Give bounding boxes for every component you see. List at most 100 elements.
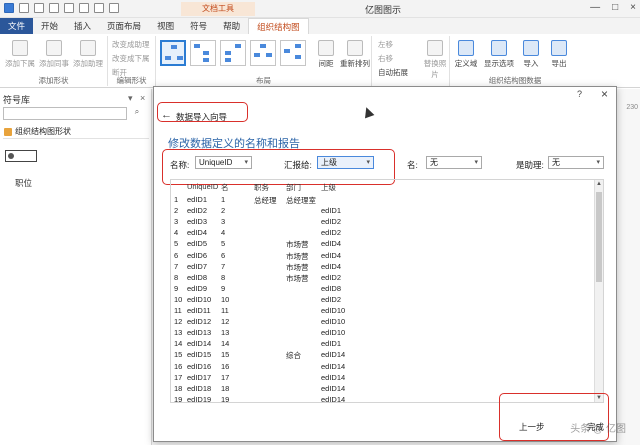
layout-style-4[interactable] bbox=[250, 40, 276, 66]
table-cell: 6 bbox=[221, 250, 226, 260]
panel-close-icon[interactable]: × bbox=[140, 93, 145, 103]
tab-file[interactable]: 文件 bbox=[0, 18, 34, 34]
symbol-search-input[interactable] bbox=[3, 107, 127, 120]
rearrange-button[interactable]: 重新排列 bbox=[340, 40, 370, 69]
add-colleague-button[interactable]: 添加同事 bbox=[38, 40, 70, 69]
display-options-icon bbox=[491, 40, 507, 56]
wizard-title: 数据导入向导 bbox=[176, 112, 228, 122]
save-icon[interactable] bbox=[79, 3, 89, 13]
chevron-down-icon: ▾ bbox=[474, 159, 478, 166]
table-cell: 12 bbox=[221, 317, 230, 327]
rearrange-label: 重新排列 bbox=[340, 59, 370, 68]
close-window-icon[interactable]: × bbox=[630, 2, 636, 13]
tab-insert[interactable]: 插入 bbox=[66, 18, 99, 34]
table-cell: edID5 bbox=[187, 239, 208, 249]
open-icon[interactable] bbox=[64, 3, 74, 13]
tab-symbols[interactable]: 符号 bbox=[182, 18, 215, 34]
table-cell: edID8 bbox=[321, 283, 342, 293]
add-shape-group-label: 添加形状 bbox=[38, 76, 69, 85]
name-select[interactable]: UniqueID ▾ bbox=[195, 156, 252, 169]
table-cell: edID1 bbox=[321, 339, 342, 349]
import-button[interactable]: 导入 bbox=[520, 40, 542, 69]
panel-pin-icon[interactable]: ▾ bbox=[128, 93, 133, 104]
ribbon: 添加下属 添加同事 添加助理 添加形状 改变成助理 改变成下属 断开 编辑形状 … bbox=[0, 34, 640, 88]
column-header: 职务 bbox=[254, 183, 269, 192]
back-arrow-icon[interactable]: ← bbox=[161, 109, 172, 121]
first-name-select[interactable]: 无 ▾ bbox=[426, 156, 482, 169]
table-cell: 19 bbox=[221, 394, 230, 403]
import-label: 导入 bbox=[523, 59, 539, 68]
table-cell: edID14 bbox=[321, 361, 346, 371]
is-assistant-select[interactable]: 无 ▾ bbox=[548, 156, 604, 169]
table-cell: 13 bbox=[174, 328, 183, 338]
change-to-subordinate-button[interactable]: 改变成下属 bbox=[112, 53, 150, 64]
export-icon[interactable] bbox=[109, 3, 119, 13]
table-row: 12 edID12 12 edID10 bbox=[171, 316, 603, 328]
watermark: 头条 @ 亿图 bbox=[570, 424, 626, 435]
table-cell: edID2 bbox=[321, 217, 342, 227]
symbol-category-org-chart[interactable]: 组织结构图形状 bbox=[3, 125, 149, 139]
maximize-icon[interactable]: □ bbox=[612, 2, 618, 13]
table-row: 5 edID5 5 市场营 edID4 bbox=[171, 238, 603, 250]
add-colleague-label: 添加同事 bbox=[39, 59, 69, 68]
spacing-icon bbox=[318, 40, 334, 56]
add-subordinate-button[interactable]: 添加下属 bbox=[4, 40, 36, 69]
tab-home[interactable]: 开始 bbox=[33, 18, 66, 34]
table-cell: edID14 bbox=[321, 350, 346, 360]
table-cell: 4 bbox=[174, 228, 179, 238]
tab-page-layout[interactable]: 页面布局 bbox=[99, 18, 149, 34]
search-icon[interactable]: ⌕ bbox=[130, 107, 144, 120]
report-to-select-value: 上级 bbox=[321, 158, 337, 167]
back-button[interactable]: 上一步 bbox=[519, 421, 545, 433]
layout-style-5[interactable] bbox=[280, 40, 306, 66]
table-cell: 3 bbox=[221, 217, 226, 227]
tab-view[interactable]: 视图 bbox=[149, 18, 182, 34]
move-right-button[interactable]: 右移 bbox=[378, 53, 393, 64]
table-cell: 8 bbox=[221, 272, 226, 282]
table-cell: edID4 bbox=[187, 228, 208, 238]
table-cell: edID12 bbox=[187, 317, 212, 327]
move-left-button[interactable]: 左移 bbox=[378, 39, 393, 50]
layout-style-3[interactable] bbox=[220, 40, 246, 66]
tab-org-chart[interactable]: 组织结构图 bbox=[248, 18, 309, 34]
table-cell: 16 bbox=[221, 361, 230, 371]
scroll-thumb[interactable] bbox=[596, 192, 602, 282]
undo-icon[interactable] bbox=[19, 3, 29, 13]
name-select-value: UniqueID bbox=[199, 158, 233, 167]
table-cell: 7 bbox=[221, 261, 226, 271]
add-subordinate-label: 添加下属 bbox=[5, 59, 35, 68]
tab-help[interactable]: 帮助 bbox=[215, 18, 248, 34]
table-cell: edID10 bbox=[321, 328, 346, 338]
app-title: 亿图图示 bbox=[365, 5, 402, 15]
report-to-select[interactable]: 上级 ▾ bbox=[317, 156, 374, 169]
org-shape-thumbnail[interactable] bbox=[5, 150, 37, 162]
add-assistant-label: 添加助理 bbox=[73, 59, 103, 68]
export-button[interactable]: 导出 bbox=[548, 40, 570, 69]
data-group: 定义域 显示选项 导入 导出 组织结构图数据 bbox=[450, 36, 580, 86]
chevron-down-icon: ▾ bbox=[244, 159, 248, 166]
data-import-wizard-dialog: ? × ← 数据导入向导 修改数据定义的名称和报告 名称: UniqueID ▾… bbox=[153, 86, 617, 442]
define-field-button[interactable]: 定义域 bbox=[454, 40, 478, 69]
layout-style-2[interactable] bbox=[190, 40, 216, 66]
scroll-up-icon[interactable]: ▲ bbox=[596, 181, 602, 187]
table-cell: 11 bbox=[221, 306, 229, 315]
change-to-assistant-button[interactable]: 改变成助理 bbox=[112, 39, 150, 50]
minimize-icon[interactable]: — bbox=[590, 2, 600, 13]
help-icon[interactable]: ? bbox=[577, 89, 582, 99]
new-icon[interactable] bbox=[49, 3, 59, 13]
redo-icon[interactable] bbox=[34, 3, 44, 13]
add-assistant-icon bbox=[80, 40, 96, 56]
display-options-button[interactable]: 显示选项 bbox=[482, 40, 516, 69]
add-assistant-button[interactable]: 添加助理 bbox=[72, 40, 104, 69]
table-scrollbar[interactable]: ▲ ▼ bbox=[594, 180, 603, 402]
table-row: 15 edID15 15 综合 edID14 bbox=[171, 349, 603, 361]
close-icon[interactable]: × bbox=[601, 87, 608, 101]
replace-photo-button[interactable]: 替换照片 bbox=[422, 40, 448, 80]
table-cell: edID2 bbox=[187, 206, 208, 216]
spacing-button[interactable]: 间距 bbox=[314, 40, 338, 69]
table-row: 10 edID10 10 edID2 bbox=[171, 294, 603, 306]
name-label: 名称: bbox=[170, 160, 190, 170]
layout-style-1[interactable] bbox=[160, 40, 186, 66]
print-icon[interactable] bbox=[94, 3, 104, 13]
auto-expand-checkbox[interactable]: 自动拓展 bbox=[378, 67, 408, 78]
